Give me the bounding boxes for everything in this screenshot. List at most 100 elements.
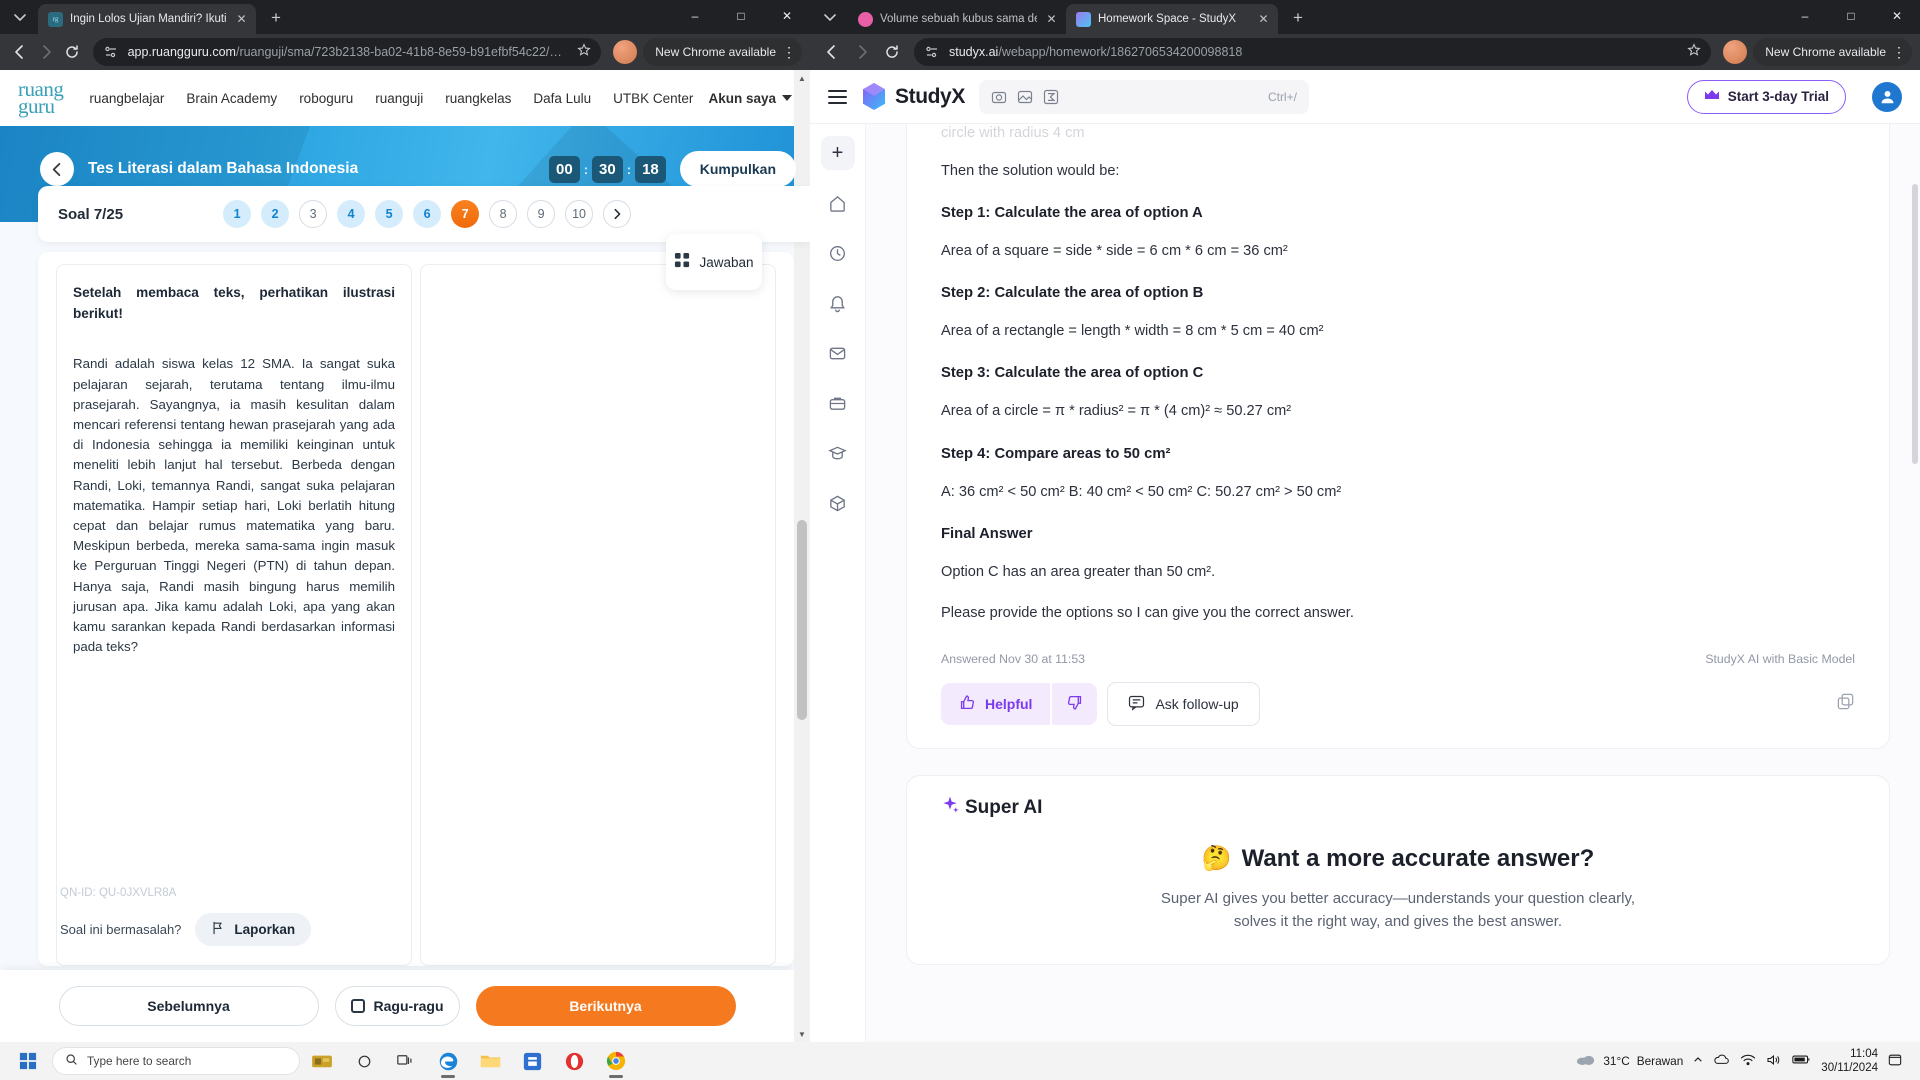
answers-panel-button[interactable]: Jawaban <box>666 234 762 290</box>
question-dot-4[interactable]: 4 <box>337 200 366 228</box>
question-dot-9[interactable]: 9 <box>527 200 556 228</box>
taskbar-search-input[interactable]: Type here to search <box>52 1047 300 1075</box>
mark-doubt-button[interactable]: Ragu-ragu <box>334 986 460 1026</box>
tab-search-icon-right[interactable] <box>816 3 844 31</box>
scrollbar-thumb[interactable] <box>797 520 807 720</box>
start-trial-button[interactable]: Start 3-day Trial <box>1686 79 1846 114</box>
close-icon[interactable]: ✕ <box>234 12 249 27</box>
profile-avatar[interactable] <box>1723 40 1748 64</box>
nav-link-ruanguji[interactable]: ruanguji <box>375 91 423 106</box>
next-questions-icon[interactable] <box>603 200 632 228</box>
copy-icon[interactable] <box>1836 692 1855 716</box>
notification-center-icon[interactable] <box>1888 1053 1902 1070</box>
bookmark-star-icon[interactable] <box>1687 42 1701 62</box>
site-settings-icon[interactable] <box>103 44 119 60</box>
mail-icon[interactable] <box>821 336 855 370</box>
nav-link-ruangkelas[interactable]: ruangkelas <box>445 91 511 106</box>
minimize-button[interactable]: – <box>672 0 718 32</box>
maximize-button[interactable]: □ <box>1828 0 1874 32</box>
close-window-button[interactable]: ✕ <box>1874 0 1920 32</box>
checkbox-icon[interactable] <box>350 999 365 1013</box>
camera-icon[interactable] <box>991 89 1007 105</box>
ask-followup-button[interactable]: Ask follow-up <box>1107 682 1260 727</box>
user-avatar[interactable] <box>1872 81 1902 112</box>
helpful-button[interactable]: Helpful <box>941 683 1050 725</box>
page-scrollbar-right[interactable] <box>1912 184 1918 464</box>
previous-question-button[interactable]: Sebelumnya <box>58 986 319 1026</box>
weather-widget[interactable]: 31°C Berawan <box>1576 1053 1683 1069</box>
home-icon[interactable] <box>821 186 855 220</box>
question-dot-8[interactable]: 8 <box>489 200 518 228</box>
nav-link-roboguru[interactable]: roboguru <box>299 91 353 106</box>
new-chrome-available-button[interactable]: New Chrome available ⋮ <box>1753 38 1912 66</box>
onedrive-icon[interactable] <box>1713 1054 1730 1069</box>
new-chrome-available-button[interactable]: New Chrome available ⋮ <box>643 38 802 66</box>
close-icon[interactable]: ✕ <box>1256 12 1271 27</box>
microsoft-store-icon[interactable] <box>512 1042 552 1080</box>
image-upload-icon[interactable] <box>1017 89 1033 105</box>
profile-avatar[interactable] <box>613 40 638 64</box>
forward-icon[interactable] <box>848 38 876 66</box>
graduation-icon[interactable] <box>821 436 855 470</box>
formula-icon[interactable] <box>1043 89 1059 105</box>
question-dot-5[interactable]: 5 <box>375 200 404 228</box>
scroll-down-icon[interactable]: ▼ <box>794 1026 810 1042</box>
question-dot-2[interactable]: 2 <box>261 200 290 228</box>
browser-tab-homework-space[interactable]: Homework Space - StudyX ✕ <box>1066 4 1278 34</box>
new-tab-button[interactable]: + <box>262 4 290 32</box>
volume-icon[interactable] <box>1766 1054 1782 1069</box>
question-dot-10[interactable]: 10 <box>565 200 594 228</box>
tab-search-icon[interactable] <box>6 3 34 31</box>
back-icon[interactable] <box>8 38 32 66</box>
clock[interactable]: 11:04 30/11/2024 <box>1821 1047 1878 1076</box>
maximize-button[interactable]: □ <box>718 0 764 32</box>
chrome-menu-icon[interactable]: ⋮ <box>782 45 796 59</box>
taskbar-edge-icon[interactable] <box>428 1042 468 1080</box>
nav-link-ruangbelajar[interactable]: ruangbelajar <box>89 91 164 106</box>
question-dot-3[interactable]: 3 <box>299 200 328 228</box>
wifi-icon[interactable] <box>1740 1054 1756 1069</box>
opera-icon[interactable] <box>554 1042 594 1080</box>
close-window-button[interactable]: ✕ <box>764 0 810 32</box>
back-button[interactable] <box>40 152 74 186</box>
briefcase-icon[interactable] <box>821 386 855 420</box>
account-menu[interactable]: Akun saya <box>708 91 792 106</box>
bell-icon[interactable] <box>821 286 855 320</box>
forward-icon[interactable] <box>34 38 58 66</box>
browser-tab-ruangguru[interactable]: rg Ingin Lolos Ujian Mandiri? Ikuti ✕ <box>38 4 256 34</box>
cube-icon[interactable] <box>821 486 855 520</box>
nav-link-brain-academy[interactable]: Brain Academy <box>186 91 277 106</box>
nav-link-utbk-center[interactable]: UTBK Center <box>613 91 693 106</box>
tray-expand-icon[interactable] <box>1693 1055 1703 1068</box>
cortana-icon[interactable] <box>344 1042 384 1080</box>
report-button[interactable]: Laporkan <box>195 913 312 946</box>
question-dot-1[interactable]: 1 <box>223 200 252 228</box>
question-dot-6[interactable]: 6 <box>413 200 442 228</box>
reload-icon[interactable] <box>60 38 84 66</box>
studyx-brand[interactable]: StudyX <box>861 82 965 111</box>
address-bar-left[interactable]: app.ruangguru.com/ruanguji/sma/723b2138-… <box>92 38 602 66</box>
history-icon[interactable] <box>821 236 855 270</box>
browser-tab-volume-kubus[interactable]: Volume sebuah kubus sama den ✕ <box>848 4 1066 34</box>
close-icon[interactable]: ✕ <box>1044 12 1059 27</box>
question-dot-7[interactable]: 7 <box>451 200 480 228</box>
taskbar-chrome-icon[interactable] <box>596 1042 636 1080</box>
start-button[interactable] <box>6 1042 50 1080</box>
file-explorer-icon[interactable] <box>470 1042 510 1080</box>
address-bar-right[interactable]: studyx.ai/webapp/homework/18627065342000… <box>914 38 1712 66</box>
not-helpful-button[interactable] <box>1050 683 1097 726</box>
new-tab-button[interactable]: + <box>1284 4 1312 32</box>
taskbar-widget-icon[interactable] <box>302 1042 342 1080</box>
answer-options-column[interactable] <box>420 264 776 966</box>
scroll-up-icon[interactable]: ▲ <box>794 70 810 86</box>
task-view-icon[interactable] <box>386 1042 426 1080</box>
nav-link-dafa-lulu[interactable]: Dafa Lulu <box>533 91 591 106</box>
ruangguru-logo[interactable]: ruang guru <box>18 78 64 116</box>
minimize-button[interactable]: – <box>1782 0 1828 32</box>
reload-icon[interactable] <box>878 38 906 66</box>
submit-exam-button[interactable]: Kumpulkan <box>679 151 796 187</box>
bookmark-star-icon[interactable] <box>577 42 591 62</box>
new-question-button[interactable]: + <box>820 136 855 170</box>
chrome-menu-icon[interactable]: ⋮ <box>1892 45 1906 59</box>
back-icon[interactable] <box>818 38 846 66</box>
